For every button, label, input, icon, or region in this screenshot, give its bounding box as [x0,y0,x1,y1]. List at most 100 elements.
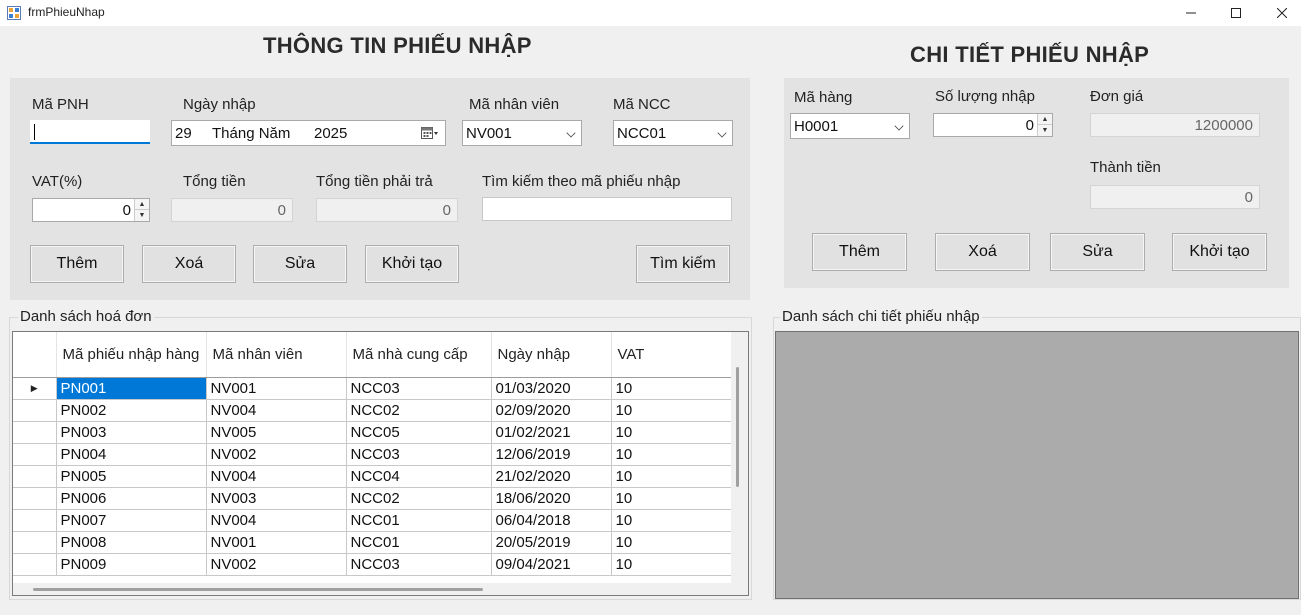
row-header[interactable] [13,487,57,510]
column-header[interactable]: VAT [611,332,734,378]
table-cell[interactable]: PN004 [56,443,207,466]
stepper-down-icon[interactable]: ▼ [1038,125,1052,136]
invoice-grid[interactable]: Mã phiếu nhập hàng Mã nhân viên Mã nhà c… [12,331,749,596]
ma-hang-combo[interactable]: H0001 [790,113,910,139]
table-cell[interactable]: NV001 [206,531,347,554]
detail-khoi-tao-button[interactable]: Khởi tạo [1172,233,1267,271]
table-cell[interactable]: NCC02 [346,399,492,422]
table-row[interactable]: PN004 NV002 NCC03 12/06/2019 10 [13,443,734,466]
khoi-tao-button[interactable]: Khởi tạo [365,245,459,283]
table-cell[interactable]: 12/06/2019 [491,443,612,466]
ma-ncc-combo[interactable]: NCC01 [613,120,733,146]
vertical-scrollbar[interactable] [731,332,748,595]
table-row[interactable]: ▶ PN001 NV001 NCC03 01/03/2020 10 [13,377,734,400]
ma-pnh-input[interactable] [30,120,150,144]
table-cell[interactable]: 10 [611,421,734,444]
minimize-button[interactable] [1168,0,1214,26]
scrollbar-thumb[interactable] [33,588,483,591]
vat-stepper[interactable]: 0 ▲ ▼ [32,198,150,222]
scrollbar-thumb[interactable] [736,367,739,487]
table-row[interactable]: PN006 NV003 NCC02 18/06/2020 10 [13,487,734,510]
tim-kiem-button[interactable]: Tìm kiếm [636,245,730,283]
table-row[interactable]: PN007 NV004 NCC01 06/04/2018 10 [13,509,734,532]
row-header[interactable] [13,531,57,554]
don-gia-field: 1200000 [1090,113,1260,137]
table-cell[interactable]: 10 [611,553,734,576]
them-button[interactable]: Thêm [30,245,124,283]
table-cell[interactable]: 10 [611,443,734,466]
table-cell[interactable]: PN009 [56,553,207,576]
table-cell[interactable]: NCC05 [346,421,492,444]
table-cell[interactable]: PN008 [56,531,207,554]
table-cell[interactable]: NV005 [206,421,347,444]
column-header[interactable]: Mã nhân viên [206,332,347,378]
table-cell[interactable]: PN007 [56,509,207,532]
table-cell[interactable]: 18/06/2020 [491,487,612,510]
table-cell[interactable]: NCC03 [346,443,492,466]
table-cell[interactable]: 21/02/2020 [491,465,612,488]
table-cell[interactable]: NV001 [206,377,347,400]
column-header[interactable]: Mã phiếu nhập hàng [56,332,207,378]
table-cell[interactable]: NCC04 [346,465,492,488]
table-row[interactable]: PN009 NV002 NCC03 09/04/2021 10 [13,553,734,576]
table-cell[interactable]: 10 [611,465,734,488]
table-row[interactable]: PN005 NV004 NCC04 21/02/2020 10 [13,465,734,488]
sua-button[interactable]: Sửa [253,245,347,283]
table-cell[interactable]: NV002 [206,443,347,466]
stepper-up-icon[interactable]: ▲ [1038,114,1052,125]
table-cell[interactable]: NV004 [206,399,347,422]
table-cell[interactable]: NV003 [206,487,347,510]
table-cell[interactable]: PN006 [56,487,207,510]
stepper-down-icon[interactable]: ▼ [135,210,149,221]
so-luong-stepper[interactable]: 0 ▲ ▼ [933,113,1053,137]
table-cell[interactable]: NV004 [206,509,347,532]
table-cell[interactable]: 09/04/2021 [491,553,612,576]
table-cell[interactable]: 10 [611,531,734,554]
table-cell[interactable]: 06/04/2018 [491,509,612,532]
table-cell[interactable]: PN005 [56,465,207,488]
current-row-indicator[interactable]: ▶ [13,377,57,400]
xoa-button[interactable]: Xoá [142,245,236,283]
table-cell[interactable]: NCC03 [346,377,492,400]
ma-nhan-vien-combo[interactable]: NV001 [462,120,582,146]
table-cell[interactable]: NCC01 [346,509,492,532]
table-cell[interactable]: PN001 [56,377,207,400]
table-cell[interactable]: 01/02/2021 [491,421,612,444]
table-cell[interactable]: NCC01 [346,531,492,554]
row-header[interactable] [13,443,57,466]
detail-grid[interactable] [775,331,1299,599]
detail-xoa-button[interactable]: Xoá [935,233,1030,271]
maximize-button[interactable] [1213,0,1259,26]
table-cell[interactable]: 10 [611,377,734,400]
table-cell[interactable]: 10 [611,399,734,422]
table-cell[interactable]: 01/03/2020 [491,377,612,400]
ngay-nhap-datepicker[interactable]: 29 Tháng Năm 2025 [171,120,446,146]
table-cell[interactable]: NV002 [206,553,347,576]
search-input[interactable] [482,197,732,221]
horizontal-scrollbar[interactable] [13,583,748,595]
detail-sua-button[interactable]: Sửa [1050,233,1145,271]
table-cell[interactable]: 02/09/2020 [491,399,612,422]
row-header[interactable] [13,421,57,444]
column-header[interactable]: Ngày nhập [491,332,612,378]
calendar-dropdown-icon[interactable] [421,126,439,140]
row-header[interactable] [13,465,57,488]
row-header[interactable] [13,509,57,532]
table-cell[interactable]: PN003 [56,421,207,444]
detail-them-button[interactable]: Thêm [812,233,907,271]
table-cell[interactable]: 10 [611,509,734,532]
close-button[interactable] [1259,0,1301,26]
table-cell[interactable]: NV004 [206,465,347,488]
row-header[interactable] [13,399,57,422]
table-cell[interactable]: 20/05/2019 [491,531,612,554]
table-row[interactable]: PN003 NV005 NCC05 01/02/2021 10 [13,421,734,444]
table-cell[interactable]: NCC03 [346,553,492,576]
table-cell[interactable]: 10 [611,487,734,510]
column-header[interactable]: Mã nhà cung cấp [346,332,492,378]
stepper-up-icon[interactable]: ▲ [135,199,149,210]
table-cell[interactable]: PN002 [56,399,207,422]
table-row[interactable]: PN008 NV001 NCC01 20/05/2019 10 [13,531,734,554]
row-header[interactable] [13,553,57,576]
table-row[interactable]: PN002 NV004 NCC02 02/09/2020 10 [13,399,734,422]
table-cell[interactable]: NCC02 [346,487,492,510]
